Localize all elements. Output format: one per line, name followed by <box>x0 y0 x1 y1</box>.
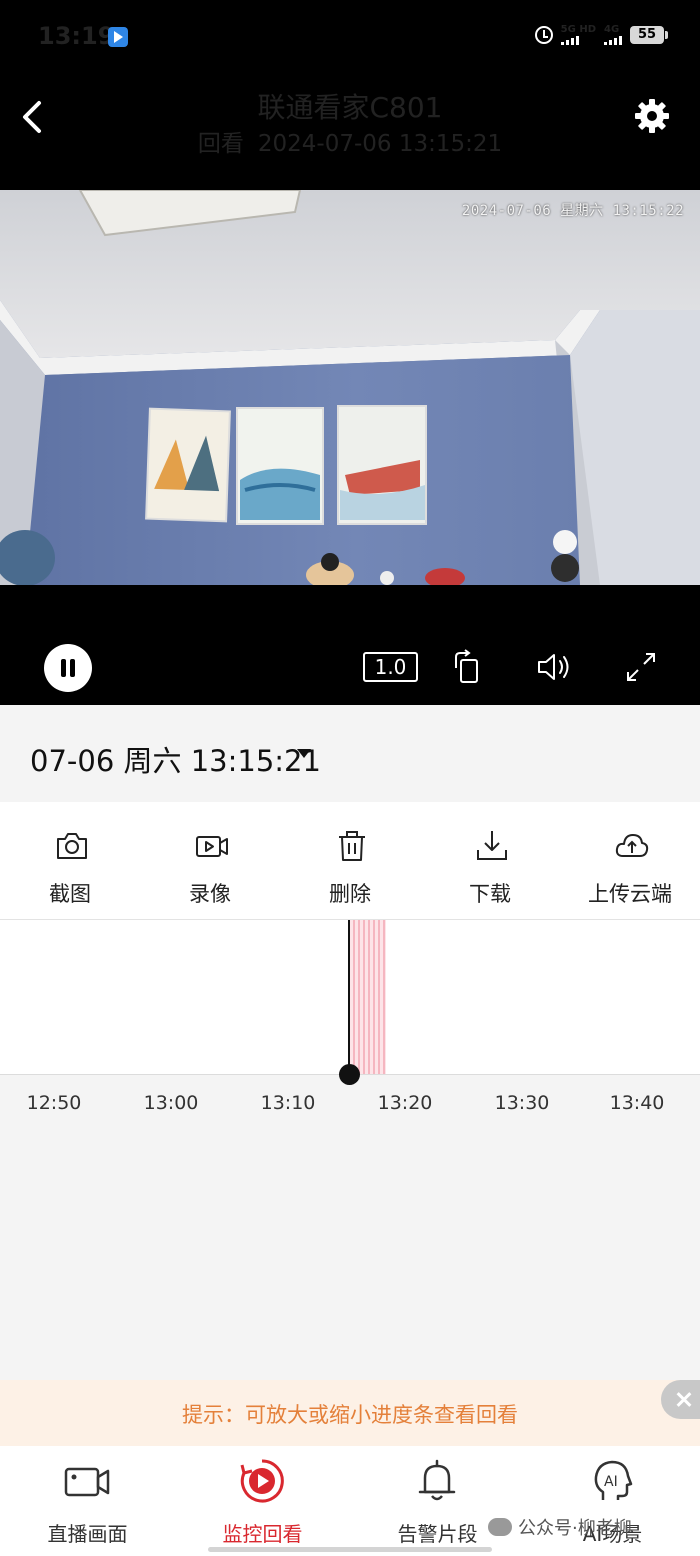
home-indicator <box>208 1547 492 1552</box>
wechat-icon <box>488 1518 512 1536</box>
recording-segment <box>348 920 386 1075</box>
delete-button[interactable]: 删除 <box>280 802 420 920</box>
video-record-icon <box>196 836 228 857</box>
timeline-cursor-handle[interactable] <box>339 1064 360 1085</box>
ai-head-icon: AI <box>594 1460 633 1500</box>
nav-live-view-label: 直播画面 <box>47 1522 128 1546</box>
nav-live-view[interactable]: 直播画面 <box>0 1446 175 1546</box>
status-time: 13:19 <box>38 22 115 50</box>
live-camera-icon <box>64 1467 110 1497</box>
signal-5g-icon: 5G HD <box>560 24 596 45</box>
download-button[interactable]: 下载 <box>420 802 560 920</box>
trash-icon <box>339 831 365 861</box>
camera-icon <box>57 833 87 859</box>
svg-text:AI: AI <box>604 1474 618 1490</box>
nav-playback[interactable]: 监控回看 <box>175 1446 350 1546</box>
battery-indicator: 55 <box>630 25 668 44</box>
timeline-tick: 13:00 <box>143 1092 199 1114</box>
camera-frame-image <box>0 190 700 585</box>
timeline-tick: 12:50 <box>26 1092 82 1114</box>
close-hint-button[interactable] <box>661 1380 700 1419</box>
download-icon <box>477 831 507 860</box>
timeline-tick: 13:40 <box>609 1092 665 1114</box>
cloud-upload-icon <box>615 834 649 857</box>
record-label: 录像 <box>189 882 231 906</box>
pause-button[interactable] <box>44 644 92 692</box>
alarm-icon <box>534 25 553 44</box>
video-osd-timestamp: 2024-07-06 星期六 13:15:22 <box>461 203 684 219</box>
watermark: 公众号·柳老柳 <box>488 1514 632 1540</box>
video-player[interactable] <box>0 190 700 585</box>
gear-icon[interactable] <box>632 96 672 136</box>
caret-down-icon[interactable] <box>297 749 311 758</box>
delete-label: 删除 <box>329 882 371 906</box>
rotate-icon[interactable] <box>448 648 486 686</box>
player-controls <box>0 585 700 705</box>
playback-subtitle: 回看 2024-07-06 13:15:21 <box>0 124 700 158</box>
record-button[interactable]: 录像 <box>140 802 280 920</box>
upload-cloud-button[interactable]: 上传云端 <box>560 802 700 920</box>
fullscreen-icon[interactable] <box>622 648 660 686</box>
status-indicators: 5G HD 4G 55 <box>534 24 668 45</box>
nav-playback-label: 监控回看 <box>222 1522 303 1546</box>
playback-datetime: 2024-07-06 13:15:21 <box>257 131 503 157</box>
download-label: 下载 <box>469 882 511 906</box>
upload-cloud-label: 上传云端 <box>588 882 672 906</box>
speed-button[interactable]: 1.0 <box>363 652 418 682</box>
screenshot-label: 截图 <box>49 882 91 906</box>
screenshot-button[interactable]: 截图 <box>0 802 140 920</box>
bell-icon <box>418 1459 456 1501</box>
timeline-tick: 13:10 <box>260 1092 316 1114</box>
device-title: 联通看家C801 <box>257 91 443 124</box>
watermark-text: 公众号·柳老柳 <box>518 1518 632 1539</box>
timeline-tick: 13:30 <box>494 1092 550 1114</box>
app-notification-icon <box>108 27 128 47</box>
signal-4g-icon: 4G <box>604 24 622 45</box>
hint-text: 提示：可放大或缩小进度条查看回看 <box>182 1403 518 1427</box>
mode-label: 回看 <box>197 131 244 157</box>
volume-icon[interactable] <box>535 648 573 686</box>
date-selector[interactable]: 07-06 周六 13:15:21 <box>30 738 321 780</box>
action-bar: 截图 录像 删除 下载 上传云端 <box>0 802 700 920</box>
playback-icon <box>240 1459 284 1503</box>
timeline-tick: 13:20 <box>377 1092 433 1114</box>
timeline-cursor <box>348 920 350 1075</box>
